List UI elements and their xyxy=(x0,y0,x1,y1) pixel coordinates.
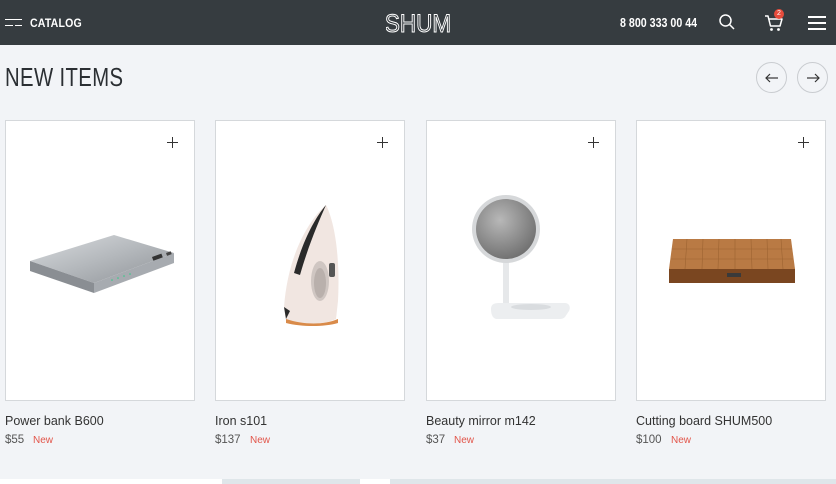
product-name[interactable]: Cutting board SHUM500 xyxy=(636,414,772,428)
product-card[interactable] xyxy=(5,120,195,401)
slider-prev-button[interactable] xyxy=(756,62,787,93)
cart-count-badge: 2 xyxy=(774,9,784,19)
arrow-right-icon xyxy=(806,73,820,82)
new-badge: New xyxy=(33,435,54,446)
top-header: CATALOG SHUM 8 800 333 00 44 2 xyxy=(0,0,836,45)
catalog-button[interactable]: CATALOG xyxy=(5,14,89,32)
product-price: $137 xyxy=(215,434,241,446)
new-badge: New xyxy=(454,435,475,446)
arrow-left-icon xyxy=(764,73,778,82)
phone-number-link[interactable]: 8 800 333 00 44 xyxy=(620,15,697,30)
product-price: $37 xyxy=(426,434,446,446)
catalog-menu-icon xyxy=(5,18,22,28)
power-bank-image xyxy=(30,235,174,293)
mirror-image xyxy=(472,195,570,319)
new-badge: New xyxy=(671,435,692,446)
shum-logo[interactable]: SHUM xyxy=(386,7,450,39)
section-title: NEW ITEMS xyxy=(5,62,124,92)
slider-next-button[interactable] xyxy=(797,62,828,93)
product-card[interactable] xyxy=(215,120,405,401)
product-card[interactable] xyxy=(636,120,826,401)
product-price: $100 xyxy=(636,434,662,446)
product-price: $55 xyxy=(5,434,25,446)
product-name[interactable]: Beauty mirror m142 xyxy=(426,414,536,428)
next-section-edge xyxy=(0,479,836,484)
product-name[interactable]: Power bank B600 xyxy=(5,414,104,428)
iron-image xyxy=(284,205,339,326)
product-name[interactable]: Iron s101 xyxy=(215,414,267,428)
new-badge: New xyxy=(250,435,271,446)
add-to-cart-plus-icon[interactable] xyxy=(798,137,809,148)
hamburger-menu-icon[interactable] xyxy=(808,16,826,30)
catalog-label: CATALOG xyxy=(30,16,82,30)
add-to-cart-plus-icon[interactable] xyxy=(167,137,178,148)
search-icon[interactable] xyxy=(718,13,736,31)
add-to-cart-plus-icon[interactable] xyxy=(377,137,388,148)
svg-text:SHUM: SHUM xyxy=(386,10,450,38)
product-card[interactable] xyxy=(426,120,616,401)
cutting-board-image xyxy=(669,238,795,283)
add-to-cart-plus-icon[interactable] xyxy=(588,137,599,148)
